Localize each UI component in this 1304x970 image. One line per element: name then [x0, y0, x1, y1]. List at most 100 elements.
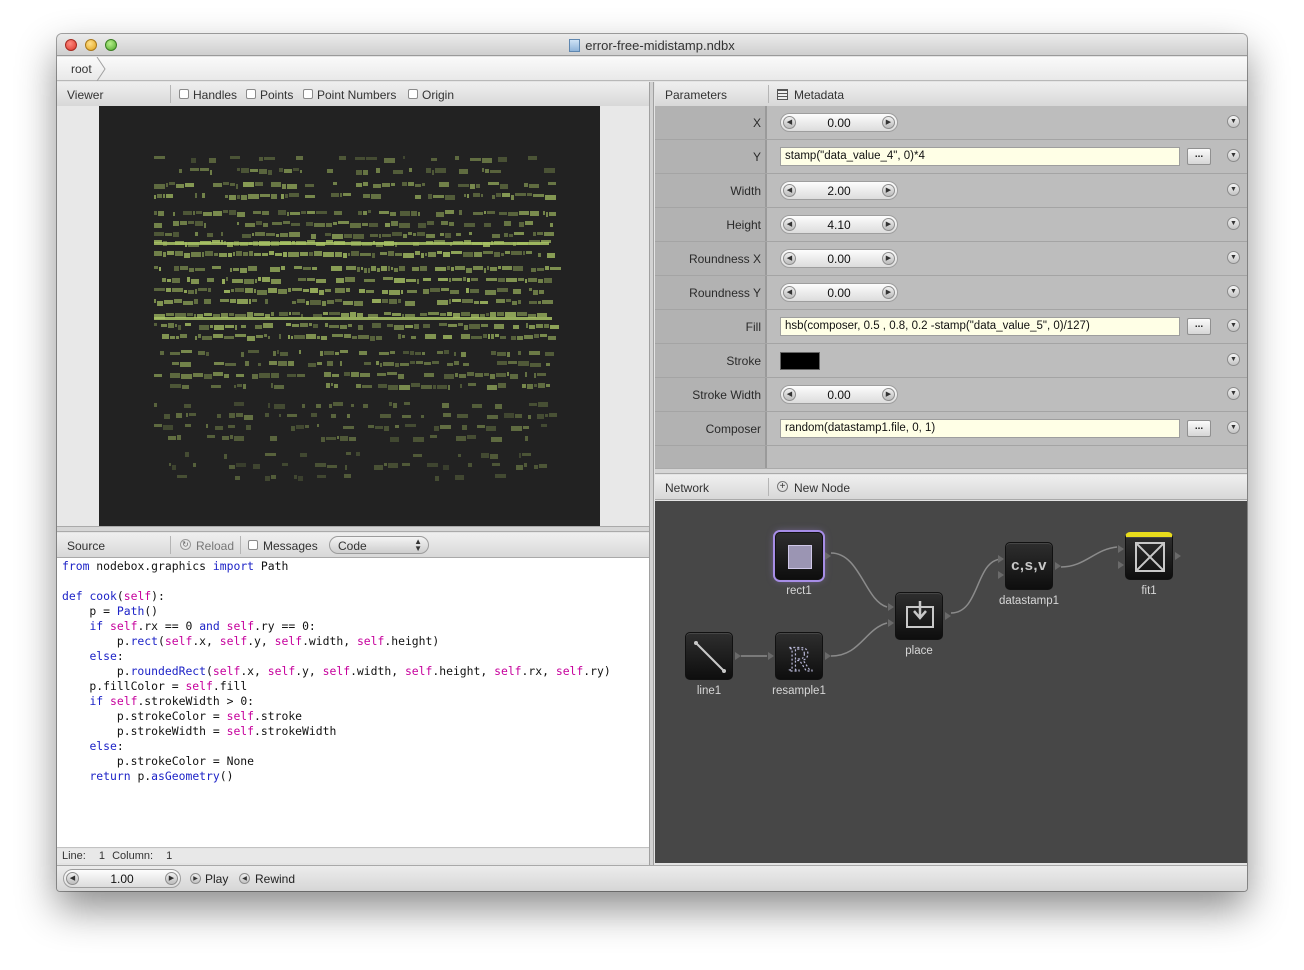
stamp-mark: [335, 252, 342, 257]
increment-icon[interactable]: ▶: [882, 388, 895, 401]
stamp-mark: [400, 211, 410, 216]
stamp-mark: [483, 334, 487, 338]
param-menu-icon[interactable]: ▼: [1227, 353, 1240, 366]
stamp-mark: [455, 156, 459, 160]
stamp-mark: [306, 222, 313, 226]
rewind-button[interactable]: Rewind: [255, 872, 295, 886]
input-port[interactable]: [768, 652, 774, 660]
param-menu-icon[interactable]: ▼: [1227, 319, 1240, 332]
input-port[interactable]: [998, 555, 1004, 563]
param-menu-icon[interactable]: ▼: [1227, 387, 1240, 400]
viewer-source-splitter[interactable]: [57, 526, 649, 532]
stamp-mark: [184, 290, 187, 293]
increment-icon[interactable]: ▶: [882, 286, 895, 299]
play-icon[interactable]: ▶: [190, 873, 201, 884]
messages-checkbox[interactable]: [248, 540, 258, 550]
stamp-mark: [529, 184, 539, 188]
output-port[interactable]: [945, 612, 951, 620]
point-numbers-checkbox[interactable]: [303, 89, 313, 99]
stamp-mark: [237, 195, 240, 199]
stamp-mark: [504, 233, 508, 237]
param-number-stepper[interactable]: ◀ 0.00 ▶: [780, 113, 898, 132]
increment-icon[interactable]: ▶: [882, 218, 895, 231]
stamp-mark: [333, 222, 337, 225]
stamp-mark: [204, 374, 212, 379]
stamp-mark: [548, 336, 556, 340]
input-port[interactable]: [888, 619, 894, 627]
param-menu-icon[interactable]: ▼: [1227, 217, 1240, 230]
stamp-mark: [485, 290, 496, 295]
node-place[interactable]: [895, 592, 943, 640]
stamp-mark: [428, 312, 439, 315]
source-mode-select[interactable]: Code ▲ ▼: [329, 536, 429, 554]
stamp-mark: [346, 266, 356, 270]
param-number-stepper[interactable]: ◀ 4.10 ▶: [780, 215, 898, 234]
param-number-stepper[interactable]: ◀ 0.00 ▶: [780, 385, 898, 404]
output-port[interactable]: [735, 652, 741, 660]
param-number-stepper[interactable]: ◀ 0.00 ▶: [780, 283, 898, 302]
points-checkbox[interactable]: [246, 89, 256, 99]
frame-increment-icon[interactable]: ▶: [165, 872, 178, 885]
stamp-mark: [379, 211, 389, 214]
param-expression-field[interactable]: hsb(composer, 0.5 , 0.8, 0.2 -stamp("dat…: [780, 317, 1180, 336]
viewer-canvas[interactable]: [99, 106, 600, 526]
param-expression-field[interactable]: stamp("data_value_4", 0)*4: [780, 147, 1180, 166]
stamp-mark: [167, 279, 171, 282]
stamp-mark: [422, 352, 425, 355]
node-resample1[interactable]: R: [775, 632, 823, 680]
stamp-mark: [241, 195, 247, 200]
stamp-mark: [500, 184, 508, 189]
param-menu-icon[interactable]: ▼: [1227, 421, 1240, 434]
node-line1[interactable]: [685, 632, 733, 680]
stroke-color-swatch[interactable]: [780, 352, 820, 370]
expression-editor-button[interactable]: ...: [1187, 420, 1211, 437]
increment-icon[interactable]: ▶: [882, 184, 895, 197]
expression-editor-button[interactable]: ...: [1187, 148, 1211, 165]
stamp-mark: [174, 266, 179, 271]
node-rect1[interactable]: [775, 532, 823, 580]
stamp-mark: [235, 325, 237, 330]
param-menu-icon[interactable]: ▼: [1227, 149, 1240, 162]
param-menu-icon[interactable]: ▼: [1227, 115, 1240, 128]
stamp-mark: [423, 278, 431, 281]
input-port[interactable]: [888, 603, 894, 611]
output-port[interactable]: [1055, 562, 1061, 570]
param-number-stepper[interactable]: ◀ 0.00 ▶: [780, 249, 898, 268]
rewind-icon[interactable]: ◀: [239, 873, 250, 884]
output-port[interactable]: [1175, 552, 1181, 560]
input-port[interactable]: [1118, 561, 1124, 569]
node-fit1[interactable]: [1125, 532, 1173, 580]
stamp-mark: [421, 415, 424, 418]
input-port[interactable]: [1118, 545, 1124, 553]
node-datastamp1[interactable]: c,s,v: [1005, 542, 1053, 590]
params-network-splitter[interactable]: [655, 468, 1247, 474]
left-right-splitter[interactable]: [649, 82, 654, 865]
param-menu-icon[interactable]: ▼: [1227, 183, 1240, 196]
code-editor[interactable]: from nodebox.graphics import Path def co…: [57, 558, 649, 848]
stamp-mark: [230, 299, 236, 303]
stamp-mark: [492, 463, 500, 466]
origin-checkbox[interactable]: [408, 89, 418, 99]
handles-checkbox[interactable]: [179, 89, 189, 99]
stamp-mark: [471, 336, 482, 339]
param-menu-icon[interactable]: ▼: [1227, 251, 1240, 264]
reload-button[interactable]: Reload: [196, 539, 234, 553]
input-port[interactable]: [998, 571, 1004, 579]
param-menu-icon[interactable]: ▼: [1227, 285, 1240, 298]
metadata-button[interactable]: Metadata: [794, 88, 844, 102]
output-port[interactable]: [825, 652, 831, 660]
increment-icon[interactable]: ▶: [882, 252, 895, 265]
play-button[interactable]: Play: [205, 872, 228, 886]
stamp-mark: [391, 267, 393, 270]
stamp-mark: [256, 335, 263, 338]
stamp-mark: [185, 452, 189, 457]
expression-editor-button[interactable]: ...: [1187, 318, 1211, 335]
param-number-stepper[interactable]: ◀ 2.00 ▶: [780, 181, 898, 200]
increment-icon[interactable]: ▶: [882, 116, 895, 129]
network-panel[interactable]: rect1 line1 R resample1 place c,s,v data…: [655, 501, 1247, 863]
param-expression-field[interactable]: random(datastamp1.file, 0, 1): [780, 419, 1180, 438]
new-node-button[interactable]: New Node: [794, 481, 850, 495]
frame-stepper[interactable]: ◀ 1.00 ▶: [63, 869, 181, 888]
stamp-mark: [356, 170, 362, 175]
output-port[interactable]: [825, 552, 831, 560]
